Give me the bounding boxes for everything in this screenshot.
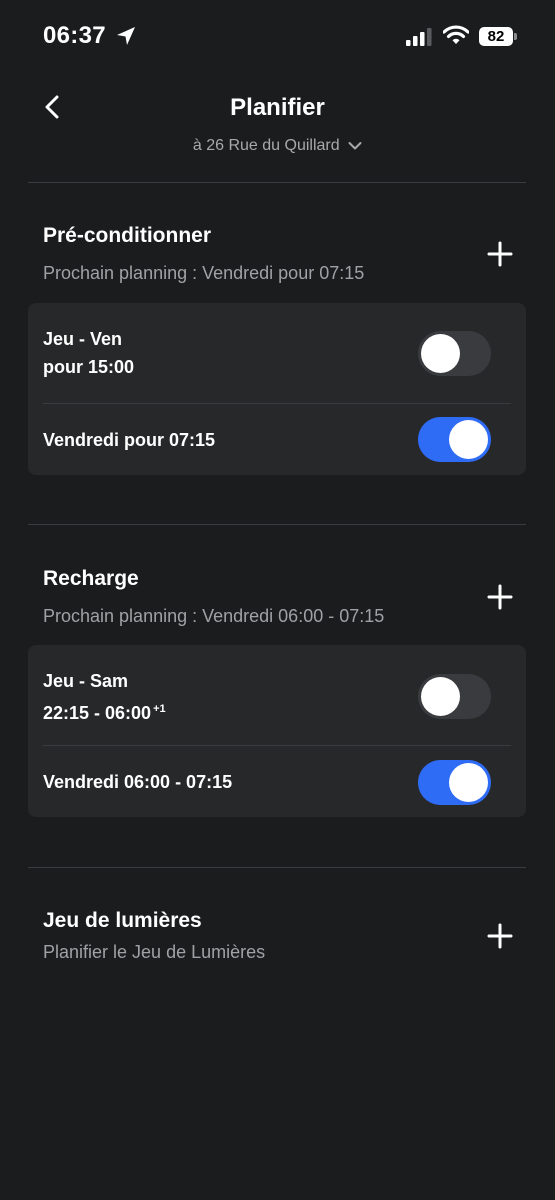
toggle-knob <box>449 420 488 459</box>
signal-bars-icon <box>406 28 432 46</box>
location-arrow-icon <box>117 27 135 45</box>
schedule-row[interactable]: Jeu - Ven pour 15:00 <box>28 303 526 403</box>
address-selector[interactable]: à 26 Rue du Quillard <box>0 137 555 155</box>
add-charge-plus-icon[interactable] <box>487 584 513 610</box>
charge-schedule-card: Jeu - Sam 22:15 - 06:00 +1 Vendredi 06:00… <box>28 645 526 817</box>
charge-subtitle: Prochain planning : Vendredi 06:00 - 07:… <box>43 606 385 626</box>
light-show-subtitle: Planifier le Jeu de Lumières <box>43 942 266 962</box>
charge-toggle-1[interactable] <box>418 674 491 719</box>
next-day-marker: +1 <box>153 703 166 715</box>
light-show-title: Jeu de lumières <box>43 909 202 932</box>
precondition-subtitle: Prochain planning : Vendredi pour 07:15 <box>43 263 365 283</box>
page-title: Planifier <box>230 94 325 121</box>
schedule-row[interactable]: Jeu - Sam 22:15 - 06:00 +1 <box>28 645 526 745</box>
precondition-schedule-card: Jeu - Ven pour 15:00 Vendredi pour 07:15 <box>28 303 526 475</box>
status-time: 06:37 <box>43 22 106 49</box>
precondition-toggle-2[interactable] <box>418 417 491 462</box>
precondition-toggle-1[interactable] <box>418 331 491 376</box>
toggle-knob <box>449 763 488 802</box>
battery-indicator: 82 <box>479 27 513 46</box>
toggle-knob <box>421 334 460 373</box>
section-divider <box>28 867 526 868</box>
schedule-row-label: Jeu - Ven pour 15:00 <box>43 329 135 377</box>
address-label: à 26 Rue du Quillard <box>192 137 340 154</box>
header-divider <box>28 182 526 183</box>
schedule-row-label: Vendredi 06:00 - 07:15 <box>43 772 233 792</box>
schedule-row[interactable]: Vendredi pour 07:15 <box>28 404 526 475</box>
section-divider <box>28 524 526 525</box>
schedule-row-label: Vendredi pour 07:15 <box>43 430 216 450</box>
schedule-row[interactable]: Vendredi 06:00 - 07:15 <box>28 746 526 817</box>
charge-toggle-2[interactable] <box>418 760 491 805</box>
toggle-knob <box>421 677 460 716</box>
add-light-show-plus-icon[interactable] <box>487 923 513 949</box>
charge-title: Recharge <box>43 567 139 590</box>
battery-cap <box>514 33 517 40</box>
status-bar: 06:37 82 <box>0 0 555 74</box>
wifi-icon <box>443 25 469 44</box>
schedule-row-label: Jeu - Sam 22:15 - 06:00 +1 <box>43 671 166 723</box>
precondition-title: Pré-conditionner <box>43 224 212 247</box>
chevron-down-icon <box>348 141 362 150</box>
add-precondition-plus-icon[interactable] <box>487 241 513 267</box>
